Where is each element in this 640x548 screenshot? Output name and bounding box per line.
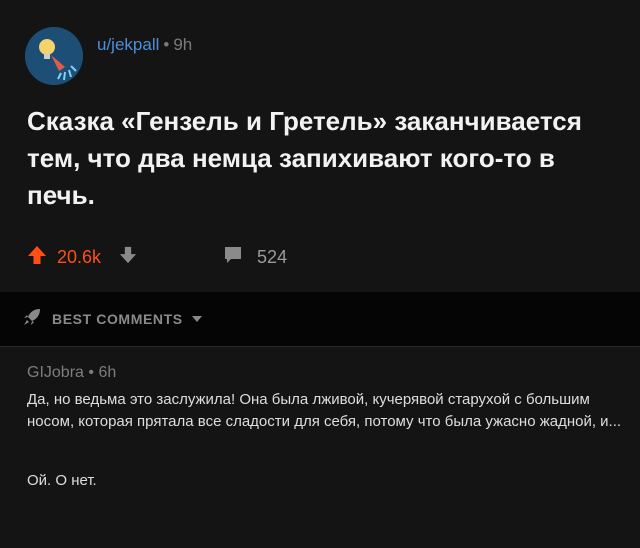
sort-label: BEST COMMENTS	[52, 311, 183, 327]
comment-body: Да, но ведьма это заслужила! Она была лж…	[27, 389, 627, 492]
post-meta: u/jekpall • 9h	[97, 35, 192, 55]
comments-button[interactable]: 524	[223, 245, 287, 270]
comment-bubble-icon	[223, 245, 243, 270]
post-header: u/jekpall • 9h	[25, 27, 192, 85]
comment-age: 6h	[98, 364, 117, 381]
post-age: 9h	[173, 35, 193, 54]
upvote-icon[interactable]	[27, 245, 47, 270]
comment: GIJobra • 6h Да, но ведьма это заслужила…	[27, 364, 627, 492]
post-title[interactable]: Сказка «Гензель и Гретель» заканчивается…	[27, 103, 587, 214]
sort-dropdown[interactable]: BEST COMMENTS	[22, 307, 203, 332]
comment-meta: GIJobra • 6h	[27, 364, 627, 382]
upvote-count: 20.6k	[57, 247, 102, 267]
comment-paragraph: Ой. О нет.	[27, 472, 97, 489]
comment-count: 524	[257, 247, 288, 267]
downvote-icon[interactable]	[119, 246, 137, 269]
comment-paragraph: Да, но ведьма это заслужила! Она была лж…	[27, 391, 622, 430]
comment-meta-separator: •	[88, 364, 94, 381]
meta-separator: •	[163, 35, 170, 54]
comment-sort-bar: BEST COMMENTS	[0, 292, 640, 346]
divider	[0, 346, 640, 347]
caret-down-icon	[191, 310, 203, 328]
post-card: u/jekpall • 9h Сказка «Гензель и Гретель» …	[0, 0, 640, 292]
user-avatar[interactable]	[25, 27, 83, 85]
comment-author[interactable]: GIJobra	[27, 364, 84, 381]
post-username[interactable]: u/jekpall	[97, 35, 159, 54]
post-actions: 20.6k 524	[27, 245, 287, 270]
lightbulb-shower-icon	[25, 27, 83, 85]
rocket-icon	[22, 307, 42, 332]
